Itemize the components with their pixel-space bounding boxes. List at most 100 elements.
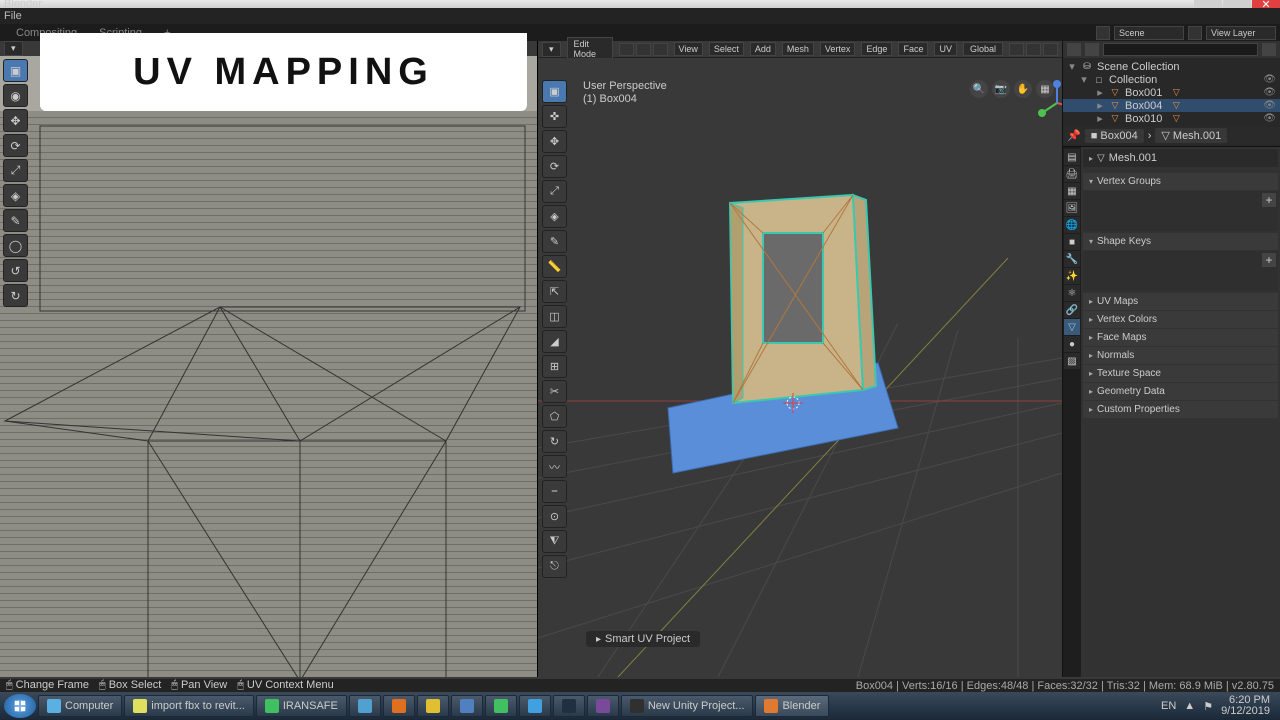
window-maximize[interactable]: □ [1223,0,1251,8]
section-face-maps[interactable]: Face Maps [1083,329,1278,346]
ptab-physics[interactable]: ⚛ [1064,285,1080,301]
section-normals[interactable]: Normals [1083,347,1278,364]
ptab-texture[interactable]: ▨ [1064,353,1080,369]
taskbar-item[interactable] [587,695,619,717]
taskbar-item[interactable]: IRANSAFE [256,695,347,717]
vtool-annotate[interactable]: ✎ [542,230,567,253]
outliner-collection[interactable]: ▾□Collection👁 [1063,73,1280,86]
taskbar-item[interactable] [383,695,415,717]
taskbar-item[interactable] [417,695,449,717]
overlay-icon[interactable] [1026,43,1041,56]
section-custom-properties[interactable]: Custom Properties [1083,401,1278,418]
shading-icon[interactable] [1043,43,1058,56]
ptab-data[interactable]: ▽ [1064,319,1080,335]
vtool-loopcut[interactable]: ⊞ [542,355,567,378]
menu-face[interactable]: Face [898,42,928,56]
tool-misc3[interactable]: ↻ [3,284,28,307]
ptab-scene[interactable]: 🖼 [1064,200,1080,216]
menu-uv[interactable]: UV [934,42,957,56]
outliner-item[interactable]: ▸▽Box004▽👁 [1063,99,1280,112]
vtool-shear[interactable]: ⧨ [542,530,567,553]
tool-transform[interactable]: ◈ [3,184,28,207]
outliner-funnel-icon[interactable] [1262,43,1276,56]
tool-misc1[interactable]: ◯ [3,234,28,257]
outliner-scene-collection[interactable]: ▾⛁Scene Collection [1063,60,1280,73]
vtool-edge[interactable]: ⎯ [542,480,567,503]
add-button[interactable]: + [1262,193,1276,207]
menu-mesh[interactable]: Mesh [782,42,814,56]
nav-zoom-icon[interactable]: 🔍 [970,80,988,98]
menu-select[interactable]: Select [709,42,744,56]
vtool-cursor[interactable]: ✜ [542,105,567,128]
vtool-scale[interactable]: ⤢ [542,180,567,203]
nav-camera-icon[interactable]: 📷 [992,80,1010,98]
ptab-particle[interactable]: ✨ [1064,268,1080,284]
ptab-material[interactable]: ● [1064,336,1080,352]
viewport-canvas[interactable]: User Perspective (1) Box004 🔍 📷 ✋ ▦ ▣ ✜ … [538,58,1062,677]
viewlayer-field[interactable] [1206,26,1276,40]
menu-vertex[interactable]: Vertex [820,42,856,56]
taskbar-item[interactable] [485,695,517,717]
taskbar-item[interactable] [553,695,585,717]
vtool-inset[interactable]: ◫ [542,305,567,328]
outliner-item[interactable]: ▸▽Box010▽👁 [1063,112,1280,125]
uv-editor-type[interactable]: ▾ [4,41,23,56]
orientation-dropdown[interactable]: Global [963,42,1003,56]
vtool-extrude[interactable]: ⇱ [542,280,567,303]
visibility-icon[interactable]: 👁 [1263,87,1276,98]
vtool-knife[interactable]: ✂ [542,380,567,403]
section-vertex-colors[interactable]: Vertex Colors [1083,311,1278,328]
taskbar-item[interactable]: import fbx to revit... [124,695,254,717]
section-shape-keys[interactable]: Shape Keys [1083,233,1278,250]
vtool-smooth[interactable]: 〰 [542,455,567,478]
tool-move[interactable]: ✥ [3,109,28,132]
taskbar-item[interactable] [349,695,381,717]
select-mode-vert[interactable] [619,43,634,56]
taskbar-item[interactable]: New Unity Project... [621,695,754,717]
ptab-output[interactable]: 🖨 [1064,166,1080,182]
tray-clock[interactable]: 6:20 PM 9/12/2019 [1221,695,1270,717]
vtool-select[interactable]: ▣ [542,80,567,103]
taskbar-item[interactable] [519,695,551,717]
tool-scale[interactable]: ⤢ [3,159,28,182]
vtool-rotate[interactable]: ⟳ [542,155,567,178]
vtool-shrink[interactable]: ⊙ [542,505,567,528]
3d-viewport[interactable]: ▾ Edit Mode View Select Add Mesh Vertex … [538,41,1062,677]
tool-select[interactable]: ◉ [3,84,28,107]
vtool-measure[interactable]: 📏 [542,255,567,278]
select-mode-edge[interactable] [636,43,651,56]
section-geometry-data[interactable]: Geometry Data [1083,383,1278,400]
ptab-modifier[interactable]: 🔧 [1064,251,1080,267]
crumb-mesh[interactable]: ▽ Mesh.001 [1155,128,1227,143]
axis-gizmo[interactable] [1032,78,1062,128]
section-uv-maps[interactable]: UV Maps [1083,293,1278,310]
ptab-world[interactable]: 🌐 [1064,217,1080,233]
menu-add[interactable]: Add [750,42,776,56]
window-minimize[interactable]: ─ [1194,0,1222,8]
mesh-datablock[interactable]: ▽ Mesh.001 [1083,149,1278,167]
outliner-search[interactable] [1103,43,1258,56]
last-operator[interactable]: ▸ Smart UV Project [586,631,700,647]
vtool-bevel[interactable]: ◢ [542,330,567,353]
section-texture-space[interactable]: Texture Space [1083,365,1278,382]
menu-file[interactable]: File [4,10,22,22]
ptab-object[interactable]: ■ [1064,234,1080,250]
snap-icon[interactable] [1009,43,1024,56]
outliner-filter-icon[interactable] [1085,43,1099,56]
outliner-type-icon[interactable] [1067,43,1081,56]
tool-rotate[interactable]: ⟳ [3,134,28,157]
vtool-spin[interactable]: ↻ [542,430,567,453]
tool-annotate[interactable]: ✎ [3,209,28,232]
ptab-constraint[interactable]: 🔗 [1064,302,1080,318]
pin-icon[interactable]: 📌 [1067,129,1081,142]
tray-up-icon[interactable]: ▲ [1184,700,1195,712]
menu-edge[interactable]: Edge [861,42,892,56]
taskbar-item[interactable]: Computer [38,695,122,717]
tray-lang[interactable]: EN [1161,700,1176,712]
ptab-render[interactable]: ▤ [1064,149,1080,165]
tool-misc2[interactable]: ↺ [3,259,28,282]
crumb-object[interactable]: ■ Box004 [1085,129,1144,143]
start-button[interactable] [4,694,36,718]
vtool-poly[interactable]: ⬠ [542,405,567,428]
menu-view[interactable]: View [674,42,703,56]
